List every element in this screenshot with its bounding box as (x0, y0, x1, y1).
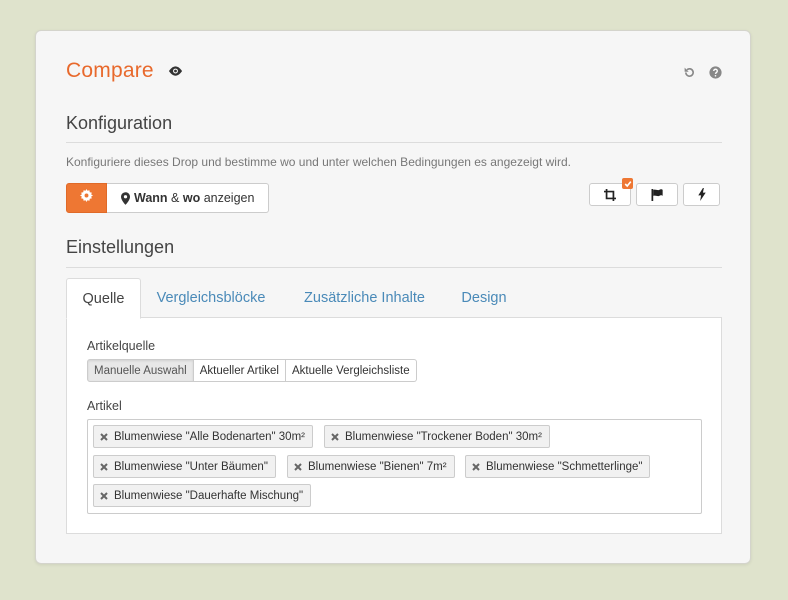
tab-panel-quelle: Artikelquelle Manuelle Auswahl Aktueller… (66, 318, 722, 534)
article-tag-label: Blumenwiese "Unter Bäumen" (114, 460, 268, 473)
remove-icon[interactable] (100, 491, 110, 500)
konfiguration-description: Konfiguriere dieses Drop und bestimme wo… (66, 155, 571, 169)
divider (66, 267, 722, 268)
eye-icon[interactable] (168, 66, 183, 76)
page-title: Compare (66, 59, 154, 82)
map-marker-icon (121, 191, 130, 205)
article-tag-label: Blumenwiese "Schmetterlinge" (486, 460, 643, 473)
title-row: Compare (66, 59, 183, 83)
undo-icon[interactable] (682, 65, 696, 79)
article-tag-label: Blumenwiese "Bienen" 7m² (308, 460, 447, 473)
settings-button[interactable] (66, 183, 107, 213)
display-button-when: Wann (134, 191, 168, 205)
remove-icon[interactable] (100, 462, 110, 471)
tab-zusaetzliche-inhalte[interactable]: Zusätzliche Inhalte (292, 278, 437, 318)
option-aktueller-artikel[interactable]: Aktueller Artikel (193, 359, 286, 382)
check-icon (622, 178, 633, 189)
settings-tabs: Quelle Vergleichsblöcke Zusätzliche Inha… (66, 278, 722, 319)
article-tag-label: Blumenwiese "Alle Bodenarten" 30m² (114, 430, 305, 443)
article-tag-label: Blumenwiese "Dauerhafte Mischung" (114, 489, 304, 502)
remove-icon[interactable] (294, 462, 304, 471)
crop-icon (604, 188, 616, 201)
divider (66, 142, 722, 143)
tab-quelle[interactable]: Quelle (66, 278, 141, 319)
gear-icon (80, 189, 93, 207)
config-button-group: Wann & wo anzeigen (66, 183, 270, 213)
einstellungen-heading: Einstellungen (66, 237, 175, 257)
display-button-rest: anzeigen (200, 191, 255, 205)
remove-icon[interactable] (472, 462, 482, 471)
option-manuelle-auswahl[interactable]: Manuelle Auswahl (87, 359, 194, 382)
condition-icon-buttons (589, 178, 720, 206)
display-button-where: wo (182, 191, 201, 205)
article-tag: Blumenwiese "Bienen" 7m² (287, 455, 455, 478)
option-aktuelle-vergleichsliste[interactable]: Aktuelle Vergleichsliste (285, 359, 417, 382)
remove-icon[interactable] (331, 432, 341, 441)
article-tag: Blumenwiese "Trockener Boden" 30m² (324, 425, 550, 448)
flag-button[interactable] (636, 183, 678, 206)
help-icon[interactable] (708, 65, 722, 79)
bolt-button[interactable] (683, 183, 720, 206)
artikel-label: Artikel (87, 399, 122, 413)
article-tag: Blumenwiese "Alle Bodenarten" 30m² (93, 425, 313, 448)
artikelquelle-selector: Manuelle Auswahl Aktueller Artikel Aktue… (87, 359, 417, 382)
tab-design[interactable]: Design (452, 278, 516, 318)
flag-icon (651, 188, 664, 201)
drop-panel: Compare Konfiguration Konfiguriere diese… (35, 30, 751, 564)
tab-vergleichsbloecke[interactable]: Vergleichsblöcke (146, 278, 276, 318)
artikel-tag-input[interactable]: Blumenwiese "Alle Bodenarten" 30m² Blume… (87, 419, 702, 514)
bolt-icon (697, 188, 706, 201)
crop-button[interactable] (589, 178, 633, 206)
article-tag: Blumenwiese "Dauerhafte Mischung" (93, 484, 312, 507)
remove-icon[interactable] (100, 432, 110, 441)
article-tag-label: Blumenwiese "Trockener Boden" 30m² (345, 430, 542, 443)
top-icons (682, 65, 722, 79)
display-conditions-button[interactable]: Wann & wo anzeigen (107, 183, 270, 213)
article-tag: Blumenwiese "Schmetterlinge" (465, 455, 651, 478)
konfiguration-heading: Konfiguration (66, 113, 173, 133)
article-tag: Blumenwiese "Unter Bäumen" (93, 455, 276, 478)
artikelquelle-label: Artikelquelle (87, 339, 156, 353)
display-button-amp: & (167, 191, 183, 205)
